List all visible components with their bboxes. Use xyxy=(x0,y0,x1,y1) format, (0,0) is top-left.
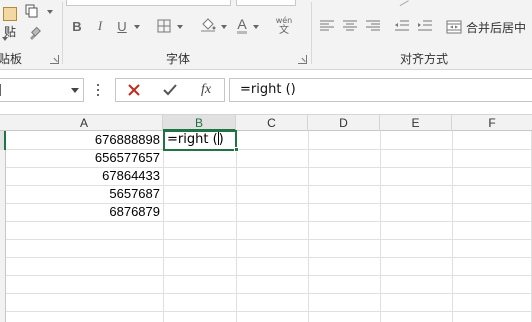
align-left-button[interactable] xyxy=(318,16,336,36)
underline-label: U xyxy=(117,18,127,34)
check-icon xyxy=(163,84,177,96)
font-launcher-icon[interactable] xyxy=(298,55,307,64)
column-headers: A B C D E F xyxy=(0,115,532,131)
gridline xyxy=(6,239,532,240)
gridline xyxy=(6,275,532,276)
cell-a3[interactable]: 67864433 xyxy=(6,167,163,185)
borders-button[interactable] xyxy=(155,16,173,36)
cancel-button[interactable] xyxy=(124,81,144,99)
font-name-box[interactable] xyxy=(66,0,231,6)
formula-input[interactable]: =right () xyxy=(229,78,532,102)
enter-button[interactable] xyxy=(160,81,180,99)
phonetic-icon: wén xyxy=(275,16,293,25)
merge-cells-icon xyxy=(446,20,462,34)
gridline xyxy=(6,257,532,258)
paste-dropdown-arrow[interactable] xyxy=(2,37,8,41)
active-cell-b1[interactable]: =right () xyxy=(163,130,237,151)
merge-center-label: 合并后居中 xyxy=(466,20,527,35)
gridline xyxy=(6,221,532,222)
clipboard-icon xyxy=(3,6,17,21)
x-icon xyxy=(128,84,140,96)
fx-icon: fx xyxy=(200,82,212,97)
paint-bucket-icon xyxy=(201,18,216,32)
cell-a4[interactable]: 5657687 xyxy=(6,185,163,203)
column-header-b[interactable]: B xyxy=(163,115,236,131)
alignment-top-row xyxy=(318,0,418,7)
column-header-f[interactable]: F xyxy=(452,115,532,131)
increase-indent-icon xyxy=(418,20,432,31)
column-header-c[interactable]: C xyxy=(236,115,308,131)
formula-buttons: fx xyxy=(115,78,225,102)
column-header-e[interactable]: E xyxy=(380,115,452,131)
phonetic-button[interactable]: wén 文 xyxy=(272,14,296,38)
align-center-button[interactable] xyxy=(341,16,359,36)
bold-label: B xyxy=(72,18,82,34)
cell-a5[interactable]: 6876879 xyxy=(6,203,163,221)
align-right-button[interactable] xyxy=(364,16,382,36)
align-left-icon xyxy=(320,20,334,31)
borders-dropdown-arrow[interactable] xyxy=(177,25,183,29)
active-cell-text: =right ( xyxy=(167,132,218,147)
ribbon: 贴 剪贴板 B I U A wén 文 字体 xyxy=(0,0,532,70)
phonetic-glyph: 文 xyxy=(279,25,289,36)
brush-icon xyxy=(30,26,41,40)
group-separator xyxy=(62,2,63,64)
italic-label: I xyxy=(97,18,103,33)
orientation-icon[interactable] xyxy=(397,0,409,7)
borders-icon xyxy=(157,19,171,33)
alignment-group-label: 对齐方式 xyxy=(400,52,449,66)
copy-button[interactable] xyxy=(22,2,42,20)
copy-dropdown-arrow[interactable] xyxy=(47,10,53,14)
font-color-dropdown-arrow[interactable] xyxy=(253,25,259,29)
splitter-dot xyxy=(97,94,99,96)
wrap-text-button[interactable] xyxy=(448,0,532,6)
fill-color-dropdown-arrow[interactable] xyxy=(221,25,227,29)
splitter-dot xyxy=(97,84,99,86)
font-color-button[interactable]: A xyxy=(234,14,250,36)
gridline xyxy=(6,293,532,294)
formula-bar-splitter[interactable] xyxy=(97,84,100,96)
align-right-icon xyxy=(366,20,380,31)
underline-button[interactable]: U xyxy=(113,16,131,36)
decrease-indent-icon xyxy=(395,20,409,31)
font-size-box[interactable] xyxy=(236,0,296,6)
cell-a2[interactable]: 656577657 xyxy=(6,149,163,167)
cell-grid[interactable]: 676888898 656577657 67864433 5657687 687… xyxy=(6,130,532,322)
column-header-d[interactable]: D xyxy=(308,115,380,131)
font-group-label: 字体 xyxy=(166,52,191,66)
insert-function-button[interactable]: fx xyxy=(194,80,218,100)
name-box[interactable] xyxy=(0,78,84,102)
clipboard-launcher-icon[interactable] xyxy=(50,55,59,64)
name-box-dropdown-arrow[interactable] xyxy=(71,88,79,93)
splitter-dot xyxy=(97,89,99,91)
cell-a1[interactable]: 676888898 xyxy=(6,131,163,149)
name-box-fragment xyxy=(0,84,3,96)
gridline xyxy=(6,311,532,312)
column-header-a[interactable]: A xyxy=(6,115,163,131)
format-painter-button[interactable] xyxy=(24,24,44,42)
increase-indent-button[interactable] xyxy=(416,16,434,36)
formula-bar: fx =right () xyxy=(0,70,532,115)
fill-color-button[interactable] xyxy=(198,14,218,36)
group-separator xyxy=(311,2,312,64)
italic-button[interactable]: I xyxy=(91,16,109,36)
decrease-indent-button[interactable] xyxy=(393,16,411,36)
align-center-icon xyxy=(343,20,357,31)
font-color-icon: A xyxy=(237,15,247,34)
underline-dropdown-arrow[interactable] xyxy=(134,25,140,29)
fill-handle[interactable] xyxy=(234,147,239,152)
merge-center-button[interactable]: 合并后居中 xyxy=(446,16,532,38)
clipboard-group-label: 剪贴板 xyxy=(0,52,23,66)
active-cell-text-after: ) xyxy=(218,132,224,147)
bold-button[interactable]: B xyxy=(68,16,86,36)
copy-icon xyxy=(25,4,38,18)
